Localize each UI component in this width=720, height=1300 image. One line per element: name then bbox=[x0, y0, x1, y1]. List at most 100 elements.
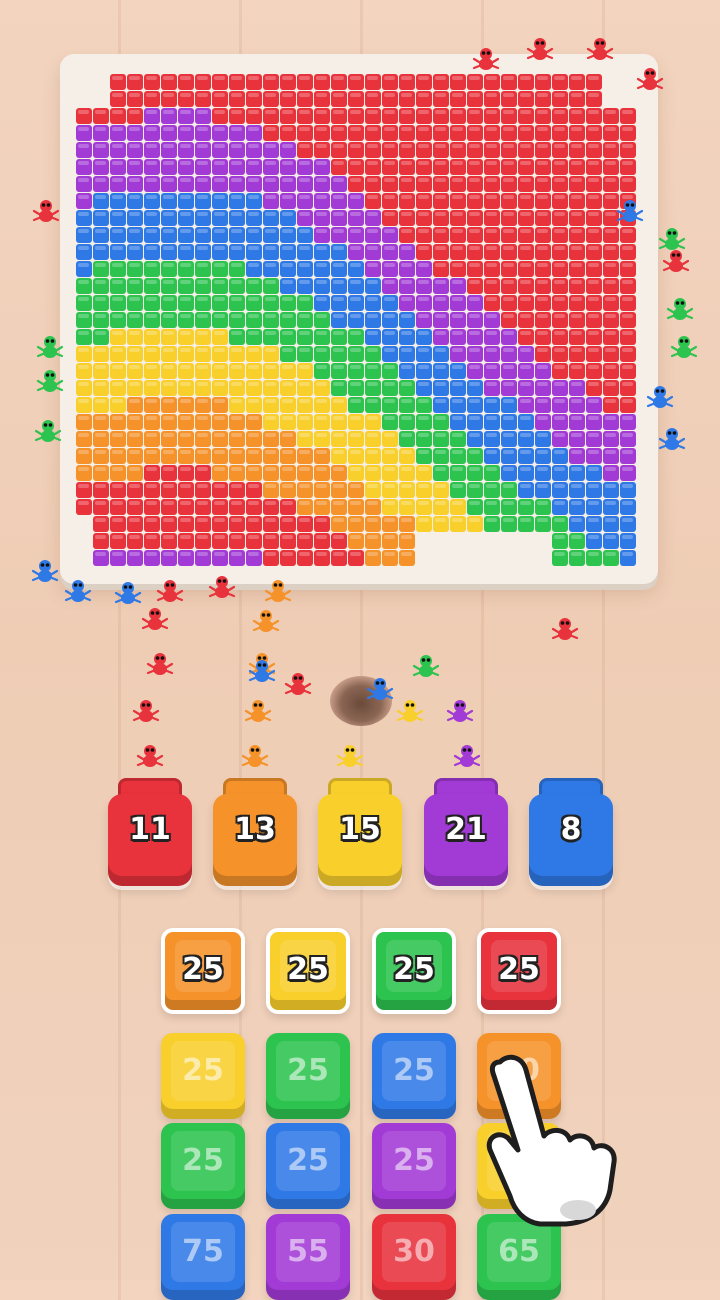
pixel-block-highlight bbox=[622, 331, 633, 335]
pixel-block-highlight bbox=[146, 433, 157, 437]
pixel-block-highlight bbox=[418, 467, 429, 471]
pixel-block-highlight bbox=[78, 178, 89, 182]
pixel-block-highlight bbox=[231, 331, 242, 335]
pixel-block-highlight bbox=[503, 229, 514, 233]
pixel-block-highlight bbox=[622, 382, 633, 386]
pixel-block-highlight bbox=[435, 195, 446, 199]
pixel-block-highlight bbox=[197, 195, 208, 199]
pixel-block-highlight bbox=[401, 212, 412, 216]
ant-tile-blue[interactable]: 75 bbox=[161, 1214, 245, 1300]
pixel-block-highlight bbox=[554, 127, 565, 131]
pixel-block-highlight bbox=[384, 348, 395, 352]
pixel-block-highlight bbox=[163, 535, 174, 539]
pixel-art-grid bbox=[76, 74, 636, 566]
pixel-block-highlight bbox=[146, 365, 157, 369]
pixel-block-highlight bbox=[486, 212, 497, 216]
pixel-block-highlight bbox=[265, 76, 276, 80]
pixel-block-highlight bbox=[520, 195, 531, 199]
pixel-block-highlight bbox=[95, 110, 106, 114]
tile-count: 25 bbox=[287, 1143, 329, 1178]
pixel-block-highlight bbox=[367, 110, 378, 114]
pixel-block-highlight bbox=[435, 433, 446, 437]
ant-tile-blue[interactable]: 25 bbox=[372, 1033, 456, 1119]
pixel-block-highlight bbox=[469, 518, 480, 522]
pixel-block-highlight bbox=[146, 110, 157, 114]
pixel-block-highlight bbox=[299, 450, 310, 454]
pixel-block-highlight bbox=[265, 178, 276, 182]
pixel-block-highlight bbox=[95, 263, 106, 267]
ant-tile-blue[interactable]: 25 bbox=[266, 1123, 350, 1209]
pixel-block-highlight bbox=[299, 297, 310, 301]
pixel-block-highlight bbox=[95, 467, 106, 471]
pixel-block-highlight bbox=[146, 263, 157, 267]
pixel-block-highlight bbox=[571, 280, 582, 284]
pixel-block-highlight bbox=[112, 93, 123, 97]
ant-icon bbox=[446, 700, 474, 722]
pixel-block-highlight bbox=[367, 331, 378, 335]
pixel-block-highlight bbox=[333, 552, 344, 556]
pixel-block-highlight bbox=[537, 399, 548, 403]
pixel-block-highlight bbox=[197, 263, 208, 267]
pixel-block-highlight bbox=[282, 399, 293, 403]
ant-tile-green[interactable]: 25 bbox=[372, 928, 456, 1014]
pixel-block-highlight bbox=[571, 161, 582, 165]
pixel-block-highlight bbox=[537, 518, 548, 522]
pixel-block-highlight bbox=[622, 178, 633, 182]
ant-tile-yellow[interactable]: 25 bbox=[161, 1033, 245, 1119]
pixel-block-highlight bbox=[231, 433, 242, 437]
pixel-block-highlight bbox=[231, 450, 242, 454]
pixel-block-highlight bbox=[401, 297, 412, 301]
pixel-block-highlight bbox=[95, 348, 106, 352]
pixel-block-highlight bbox=[129, 399, 140, 403]
pixel-block-highlight bbox=[520, 399, 531, 403]
pixel-block-highlight bbox=[486, 416, 497, 420]
ant-icon bbox=[336, 745, 364, 767]
pixel-block-highlight bbox=[214, 76, 225, 80]
pixel-block-highlight bbox=[333, 280, 344, 284]
pixel-block-highlight bbox=[248, 331, 259, 335]
pixel-block-highlight bbox=[571, 365, 582, 369]
pixel-block-highlight bbox=[129, 246, 140, 250]
tile-count: 25 bbox=[393, 1143, 435, 1178]
pixel-block-highlight bbox=[248, 212, 259, 216]
pixel-block-highlight bbox=[401, 76, 412, 80]
pixel-block-highlight bbox=[469, 484, 480, 488]
ant-tile-red[interactable]: 30 bbox=[372, 1214, 456, 1300]
pixel-block-highlight bbox=[537, 229, 548, 233]
pixel-block-highlight bbox=[350, 348, 361, 352]
pixel-block-highlight bbox=[520, 280, 531, 284]
pixel-block-highlight bbox=[316, 365, 327, 369]
pixel-block-highlight bbox=[384, 127, 395, 131]
ant-tile-orange[interactable]: 25 bbox=[161, 928, 245, 1014]
pixel-block-highlight bbox=[469, 348, 480, 352]
pixel-block-highlight bbox=[367, 552, 378, 556]
ant-tile-yellow[interactable]: 25 bbox=[266, 928, 350, 1014]
pixel-block-highlight bbox=[112, 297, 123, 301]
ant-tile-green[interactable]: 25 bbox=[266, 1033, 350, 1119]
pixel-block-highlight bbox=[605, 450, 616, 454]
ant-tile-purple[interactable]: 55 bbox=[266, 1214, 350, 1300]
pixel-block-highlight bbox=[129, 535, 140, 539]
pixel-block-highlight bbox=[622, 467, 633, 471]
ant-icon bbox=[252, 610, 280, 632]
pixel-block-highlight bbox=[129, 127, 140, 131]
pixel-block-highlight bbox=[588, 433, 599, 437]
pixel-block-highlight bbox=[384, 484, 395, 488]
ant-tile-green[interactable]: 25 bbox=[161, 1123, 245, 1209]
tile-count: 25 bbox=[182, 1143, 224, 1178]
pixel-block-highlight bbox=[503, 144, 514, 148]
pixel-block-highlight bbox=[537, 433, 548, 437]
pixel-block-highlight bbox=[537, 331, 548, 335]
pixel-block-highlight bbox=[180, 144, 191, 148]
ant-tile-purple[interactable]: 25 bbox=[372, 1123, 456, 1209]
ant-tile-red[interactable]: 25 bbox=[477, 928, 561, 1014]
pixel-block-highlight bbox=[299, 399, 310, 403]
pixel-block-highlight bbox=[316, 416, 327, 420]
pixel-block-highlight bbox=[384, 280, 395, 284]
pixel-block-highlight bbox=[537, 76, 548, 80]
pixel-block-highlight bbox=[622, 110, 633, 114]
pixel-block-highlight bbox=[401, 552, 412, 556]
ant-icon bbox=[658, 228, 686, 250]
pixel-block-highlight bbox=[248, 467, 259, 471]
pixel-block-highlight bbox=[469, 246, 480, 250]
